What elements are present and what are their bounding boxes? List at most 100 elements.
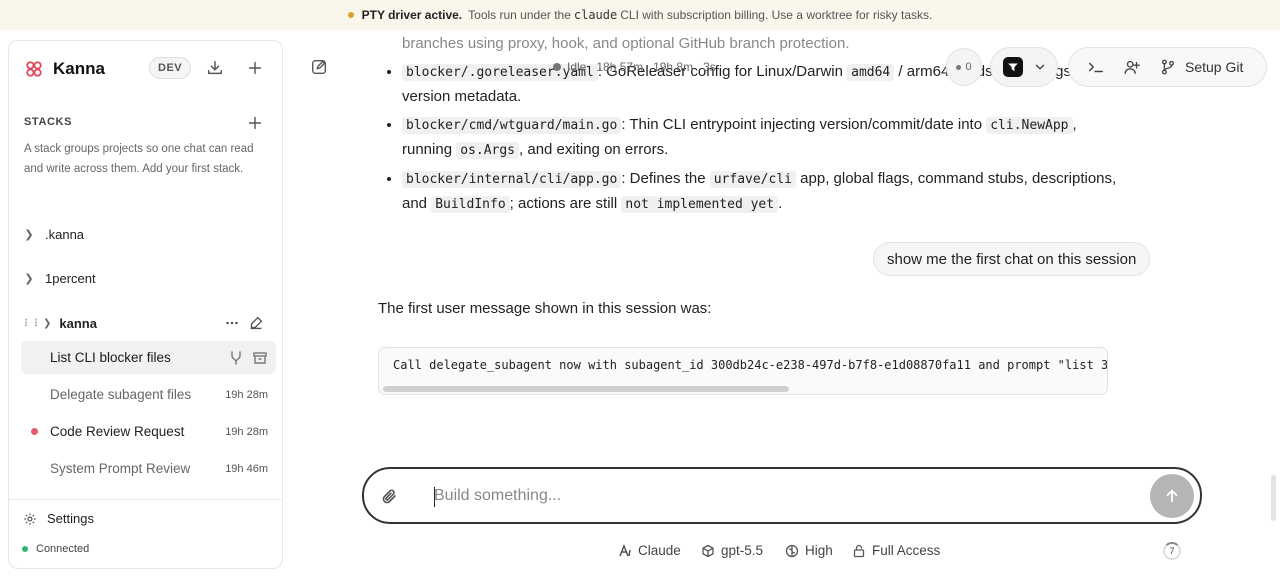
- chat-title: Code Review Request: [50, 424, 185, 439]
- banner-text-before: Tools run under the: [468, 8, 571, 22]
- drag-handle-icon[interactable]: ⋮⋮: [21, 318, 41, 329]
- inline-code: urfave/cli: [709, 171, 796, 188]
- access-label: Full Access: [872, 543, 941, 558]
- inline-code: amd64: [847, 64, 895, 81]
- settings-label: Settings: [47, 511, 94, 526]
- code-block[interactable]: Call delegate_subagent now with subagent…: [378, 347, 1108, 395]
- status-time: 19h 8m: [653, 60, 694, 74]
- more-icon[interactable]: [223, 314, 241, 332]
- inline-code: blocker/cmd/wtguard/main.go: [402, 117, 622, 134]
- list-item: blocker/cmd/wtguard/main.go: Thin CLI en…: [402, 113, 1122, 163]
- provider-selector[interactable]: Claude: [618, 543, 681, 558]
- model-selector[interactable]: gpt-5.5: [701, 543, 763, 558]
- banner-warning-dot: [347, 12, 354, 18]
- banner-text-after: CLI with subscription billing. Use a wor…: [620, 8, 933, 22]
- chat-time: 19h 28m: [225, 388, 268, 401]
- code-block-text: Call delegate_subagent now with subagent…: [393, 358, 1108, 372]
- download-icon[interactable]: [206, 59, 224, 77]
- status-time: 18h 57m: [596, 60, 644, 74]
- cube-icon: [701, 544, 715, 558]
- bullet-text: , and exiting on errors.: [519, 141, 669, 158]
- chevron-right-icon: ❯: [24, 272, 34, 285]
- add-user-icon[interactable]: [1123, 58, 1141, 76]
- connection-status: Connected: [22, 543, 89, 555]
- send-button[interactable]: [1150, 474, 1194, 518]
- add-stack-plus-icon[interactable]: [246, 114, 264, 132]
- unread-dot: [31, 428, 38, 435]
- tools-pill: Setup Git: [1068, 47, 1267, 87]
- sidebar-divider: [9, 499, 282, 500]
- count-dot: [956, 64, 962, 70]
- effort-label: High: [805, 543, 833, 558]
- access-selector[interactable]: Full Access: [852, 543, 940, 558]
- stacks-description: A stack groups projects so one chat can …: [24, 143, 254, 175]
- chat-title: System Prompt Review: [50, 461, 191, 476]
- bullet-text: .: [778, 195, 783, 212]
- context-usage-ring[interactable]: 7: [1163, 542, 1181, 560]
- count-value: 0: [965, 61, 972, 73]
- open-in-app-pill[interactable]: [990, 47, 1058, 87]
- driver-banner: PTY driver active. Tools run under the c…: [0, 0, 1280, 30]
- app-logo-icon: [1003, 57, 1023, 77]
- project-group-label: .kanna: [45, 226, 85, 242]
- inline-code: BuildInfo: [431, 196, 510, 213]
- chat-time: 19h 28m: [225, 425, 268, 438]
- message-input[interactable]: [434, 483, 1134, 509]
- code-scrollbar[interactable]: [383, 386, 789, 392]
- brand-name: Kanna: [53, 59, 105, 78]
- chat-item-system-prompt-review[interactable]: System Prompt Review 19h 46m: [21, 452, 276, 485]
- connected-dot: [22, 546, 28, 552]
- settings-button[interactable]: Settings: [23, 511, 94, 526]
- session-status: Idle 18h 57m 19h 8m 3s: [553, 60, 726, 74]
- chat-item-list-cli-blocker-files[interactable]: List CLI blocker files: [21, 341, 276, 374]
- page-scrollbar[interactable]: [1271, 475, 1276, 521]
- project-group-kanna-dot[interactable]: ❯ .kanna: [21, 220, 276, 248]
- status-time: 3s: [703, 60, 716, 74]
- bullet-text: ; actions are still: [509, 195, 622, 212]
- status-dot: [553, 63, 561, 71]
- stacks-heading: STACKS: [24, 116, 73, 128]
- chevron-down-icon: ❯: [43, 317, 52, 329]
- provider-label: Claude: [638, 543, 681, 558]
- model-label: gpt-5.5: [721, 543, 764, 558]
- effort-selector[interactable]: High: [785, 543, 833, 558]
- status-label: Idle: [567, 60, 587, 74]
- previous-bullet-continuation: branches using proxy, hook, and optional…: [402, 35, 850, 52]
- new-project-plus-icon[interactable]: [246, 59, 264, 77]
- inline-code: blocker/internal/cli/app.go: [402, 171, 622, 188]
- chat-time: 19h 46m: [225, 462, 268, 475]
- bullet-text: : Defines the: [621, 170, 710, 187]
- fork-icon[interactable]: [228, 350, 244, 366]
- paperclip-icon[interactable]: [380, 487, 400, 507]
- project-group-label: kanna: [59, 315, 97, 331]
- chat-title: Delegate subagent files: [50, 387, 192, 402]
- git-branch-icon[interactable]: [1159, 58, 1177, 76]
- inline-code: os.Args: [456, 142, 520, 159]
- unlock-icon: [852, 544, 866, 558]
- connection-label: Connected: [36, 543, 90, 555]
- claude-icon: [618, 543, 632, 558]
- assistant-answer: The first user message shown in this ses…: [378, 300, 712, 317]
- project-group-1percent[interactable]: ❯ 1percent: [21, 264, 276, 292]
- terminal-icon[interactable]: [1087, 58, 1105, 76]
- chat-item-code-review-request[interactable]: Code Review Request 19h 28m: [21, 415, 276, 448]
- user-message-bubble: show me the first chat on this session: [873, 242, 1151, 276]
- bullet-text: : Thin CLI entrypoint injecting version/…: [621, 116, 987, 133]
- inline-code: cli.NewApp: [986, 117, 1073, 134]
- composer: [362, 467, 1202, 524]
- text-caret: [434, 487, 435, 507]
- brand[interactable]: Kanna: [25, 59, 105, 79]
- chevron-down-icon[interactable]: [1033, 60, 1047, 74]
- compose-icon[interactable]: [310, 58, 328, 76]
- setup-git-button[interactable]: Setup Git: [1185, 59, 1243, 75]
- count-pill[interactable]: 0: [946, 48, 982, 86]
- archive-icon[interactable]: [252, 350, 268, 366]
- banner-code: claude: [573, 8, 618, 22]
- brain-icon: [785, 544, 799, 558]
- kanna-logo-icon: [26, 61, 42, 77]
- inline-code: not implemented yet: [621, 196, 779, 213]
- project-group-label: 1percent: [45, 270, 96, 286]
- chat-item-delegate-subagent-files[interactable]: Delegate subagent files 19h 28m: [21, 378, 276, 411]
- new-chat-icon[interactable]: [247, 314, 265, 332]
- chat-title: List CLI blocker files: [50, 350, 171, 365]
